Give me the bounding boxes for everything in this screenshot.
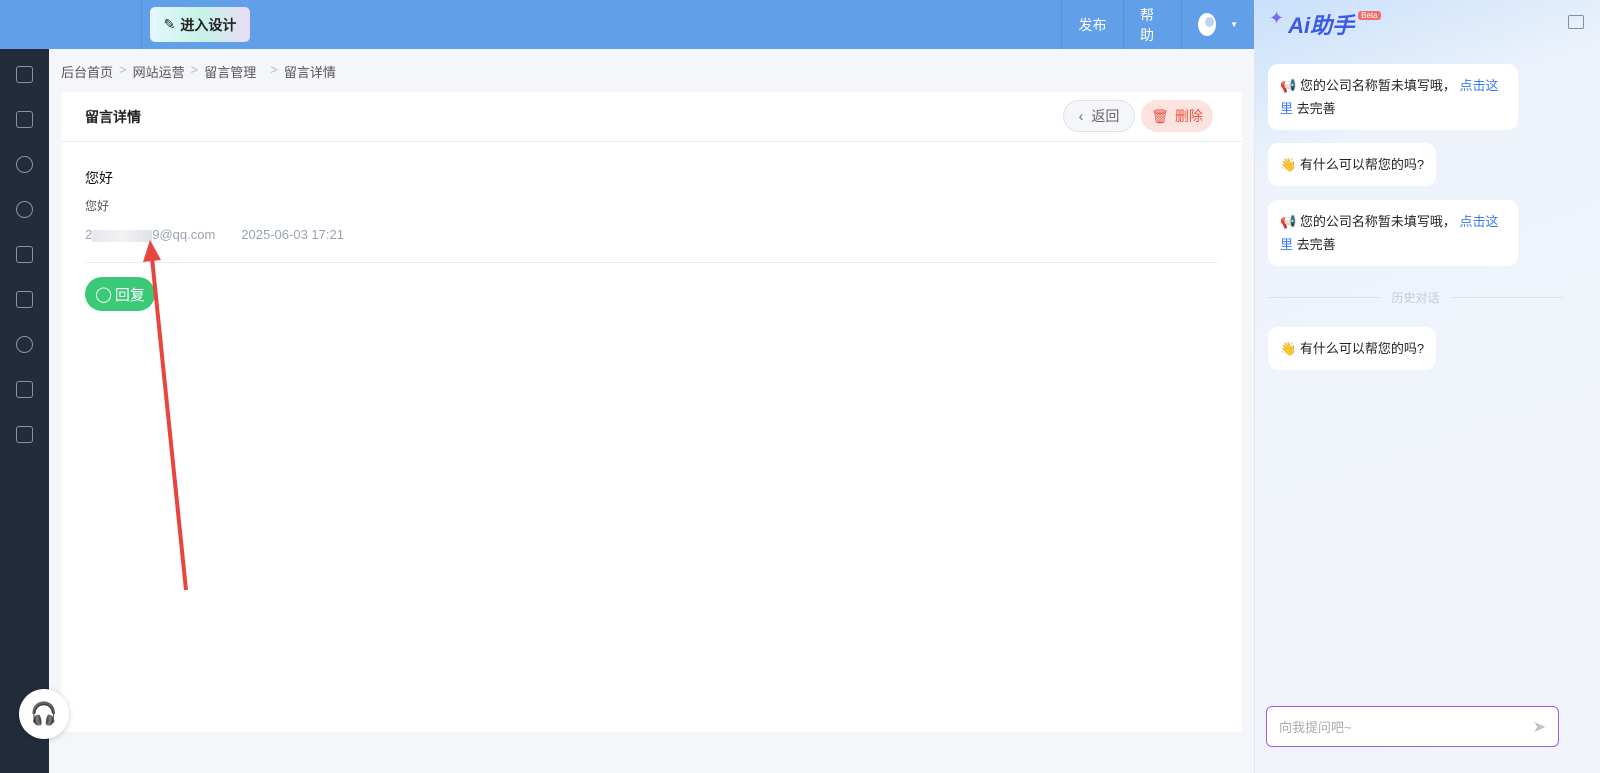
breadcrumb-current: 留言详情 [283, 65, 336, 80]
ai-message: 👋 有什么可以帮您的吗? [1268, 143, 1437, 186]
ai-question-input[interactable]: 向我提问吧~ ➤ [1266, 706, 1559, 747]
list-icon[interactable] [16, 246, 33, 263]
breadcrumb-messages[interactable]: 留言管理 [204, 62, 256, 81]
logo-area [0, 0, 142, 49]
clear-basket-icon[interactable] [1568, 15, 1584, 29]
headset-icon: 🎧 [30, 701, 58, 726]
wave-hand-icon: 👋 [1280, 341, 1297, 356]
settings-icon[interactable] [16, 336, 33, 353]
enter-design-button[interactable]: ✎ 进入设计 [150, 7, 250, 42]
megaphone-icon: 📢 [1280, 78, 1297, 93]
help-button[interactable]: 帮助 [1123, 0, 1181, 49]
reply-label: 回复 [114, 286, 145, 304]
breadcrumb-home[interactable]: 后台首页 [61, 62, 113, 81]
pencil-icon: ✎ [163, 16, 176, 32]
chevron-left-icon: ‹ [1078, 108, 1084, 124]
message-meta: 2 9@qq.com 2025-06-03 17:21 [85, 227, 344, 242]
home-icon[interactable] [16, 66, 33, 83]
caret-down-icon: ▼ [1230, 20, 1238, 29]
planet-icon[interactable] [16, 156, 33, 173]
delete-button[interactable]: 🗑 删除 [1141, 100, 1213, 132]
message-email: 2 9@qq.com [85, 227, 216, 242]
back-button[interactable]: ‹ 返回 [1063, 100, 1135, 132]
wave-hand-icon: 👋 [1280, 157, 1297, 172]
divider [85, 262, 1218, 263]
message-time: 2025-06-03 17:21 [241, 227, 344, 242]
breadcrumb-operations[interactable]: 网站运营 [133, 62, 185, 81]
megaphone-icon: 📢 [1280, 214, 1297, 229]
beta-badge: Beta [1358, 11, 1381, 20]
magic-wand-icon: ✦ [1269, 8, 1285, 28]
ai-history-message: 👋 有什么可以帮您的吗? [1268, 327, 1437, 370]
reply-button[interactable]: ◯ 回复 [85, 277, 155, 311]
pages-icon[interactable] [16, 111, 33, 128]
terminal-icon[interactable] [16, 381, 33, 398]
chat-bubble-icon: ◯ [95, 286, 112, 303]
design-label: 进入设计 [180, 16, 237, 33]
sidebar [0, 49, 49, 773]
publish-button[interactable]: 发布 [1061, 0, 1123, 49]
ai-assistant-panel: ✦ Ai助手 Beta 📢 您的公司名称暂未填写哦， 点击这里 去完善 👋 有什么可… [1254, 0, 1600, 773]
wechat-icon[interactable] [16, 201, 33, 218]
history-divider: 历史对话 [1268, 289, 1564, 306]
top-bar: ✎ 进入设计 发布 帮助 ▼ [0, 0, 1254, 49]
ai-title: ✦ Ai助手 Beta [1269, 8, 1381, 40]
customer-support-button[interactable]: 🎧 [19, 689, 69, 739]
message-detail-card: 留言详情 ‹ 返回 🗑 删除 您好 您好 2 9@qq.com 2025-06-03 … [61, 92, 1242, 732]
back-label: 返回 [1091, 108, 1120, 124]
avatar [1198, 13, 1217, 36]
shop-icon[interactable] [16, 291, 33, 308]
message-body: 您好 [85, 199, 110, 213]
ai-message: 📢 您的公司名称暂未填写哦， 点击这里 去完善 [1268, 200, 1518, 266]
user-menu[interactable]: ▼ [1181, 0, 1254, 49]
ai-message: 📢 您的公司名称暂未填写哦， 点击这里 去完善 [1268, 64, 1518, 130]
breadcrumb: 后台首页 > 网站运营 > 留言管理 > 留言详情 [61, 62, 336, 81]
send-icon[interactable]: ➤ [1533, 717, 1546, 737]
trash-icon: 🗑 [1151, 107, 1169, 124]
message-title: 您好 [85, 170, 113, 186]
delete-label: 删除 [1174, 108, 1203, 124]
trash-icon[interactable] [16, 426, 33, 443]
